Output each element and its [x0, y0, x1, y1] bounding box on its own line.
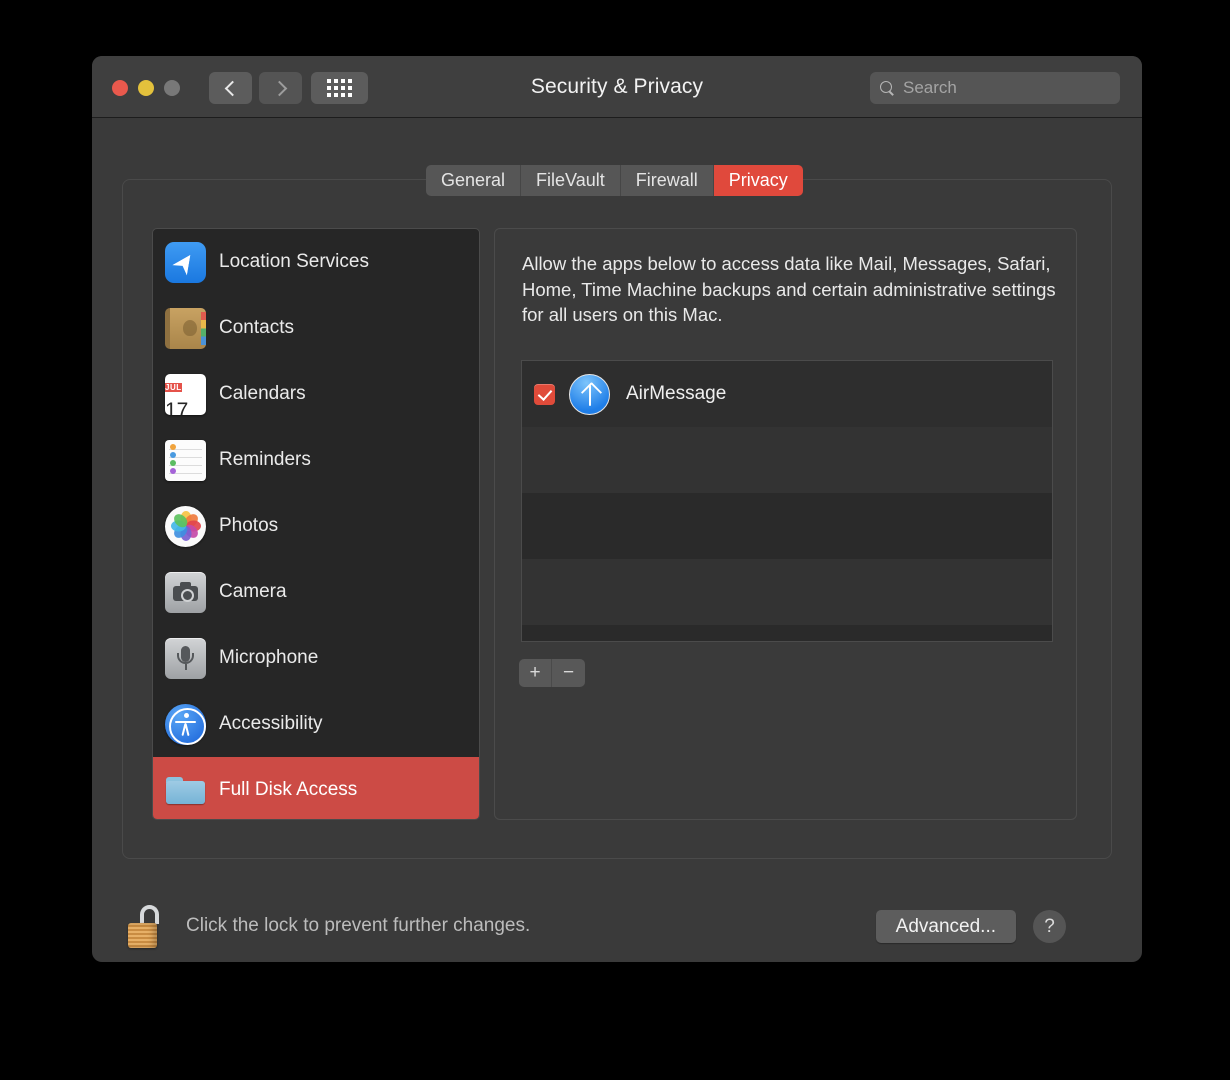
preferences-panel: General FileVault Firewall Privacy Locat… — [122, 165, 1112, 859]
contacts-icon — [165, 307, 206, 349]
remove-app-button[interactable]: − — [552, 659, 585, 687]
advanced-button[interactable]: Advanced... — [875, 910, 1016, 943]
unlocked-padlock-icon[interactable] — [122, 901, 174, 953]
tab-bar: General FileVault Firewall Privacy — [426, 165, 803, 196]
sidebar-item-label: Reminders — [219, 449, 311, 470]
tab-general[interactable]: General — [426, 165, 522, 196]
sidebar-item-label: Calendars — [219, 383, 306, 404]
sidebar-item-calendars[interactable]: JUL 17 Calendars — [153, 361, 479, 427]
allowed-apps-list[interactable]: AirMessage — [521, 360, 1053, 642]
reminders-icon — [165, 439, 206, 481]
sidebar-item-contacts[interactable]: Contacts — [153, 295, 479, 361]
sidebar-item-label: Photos — [219, 515, 279, 536]
system-preferences-window: Security & Privacy Search General FileVa… — [92, 56, 1142, 962]
full-disk-access-pane: Allow the apps below to access data like… — [494, 228, 1077, 820]
search-placeholder: Search — [903, 78, 957, 97]
window-body: General FileVault Firewall Privacy Locat… — [92, 118, 1142, 961]
sidebar-item-camera[interactable]: Camera — [153, 559, 479, 625]
sidebar-item-label: Camera — [219, 581, 287, 602]
tab-privacy[interactable]: Privacy — [713, 165, 803, 196]
list-item-empty — [522, 625, 1052, 641]
list-item-empty — [522, 559, 1052, 625]
lock-status-text: Click the lock to prevent further change… — [186, 915, 531, 936]
list-item[interactable]: AirMessage — [522, 361, 1052, 427]
airmessage-icon — [569, 373, 610, 415]
sidebar-item-label: Full Disk Access — [219, 779, 358, 800]
add-remove-control: + − — [519, 659, 585, 687]
folder-icon — [165, 770, 206, 811]
calendar-month: JUL — [165, 382, 182, 392]
search-icon — [880, 80, 895, 96]
search-field[interactable]: Search — [870, 72, 1120, 104]
bottom-bar: Click the lock to prevent further change… — [92, 893, 1142, 961]
tab-firewall[interactable]: Firewall — [620, 165, 714, 196]
sidebar-item-label: Contacts — [219, 317, 294, 338]
app-checkbox[interactable] — [534, 383, 555, 405]
sidebar-item-location-services[interactable]: Location Services — [153, 229, 479, 295]
list-item-empty — [522, 493, 1052, 559]
titlebar: Security & Privacy Search — [92, 56, 1142, 118]
microphone-icon — [165, 637, 206, 679]
privacy-category-list: Location Services Contacts JUL 17 Calend… — [152, 228, 480, 820]
pane-description: Allow the apps below to access data like… — [522, 253, 1056, 325]
sidebar-item-label: Microphone — [219, 647, 319, 668]
sidebar-item-microphone[interactable]: Microphone — [153, 625, 479, 691]
calendars-icon: JUL 17 — [165, 373, 206, 415]
calendar-day: 17 — [165, 398, 189, 415]
sidebar-item-accessibility[interactable]: Accessibility — [153, 691, 479, 757]
camera-icon — [165, 571, 206, 613]
tab-filevault[interactable]: FileVault — [521, 165, 621, 196]
sidebar-item-full-disk-access[interactable]: Full Disk Access — [153, 757, 479, 819]
sidebar-item-reminders[interactable]: Reminders — [153, 427, 479, 493]
help-button[interactable]: ? — [1033, 910, 1066, 943]
list-item-empty — [522, 427, 1052, 493]
sidebar-item-label: Location Services — [219, 251, 369, 272]
photos-icon — [165, 505, 206, 547]
add-app-button[interactable]: + — [519, 659, 552, 687]
app-name: AirMessage — [626, 383, 727, 404]
sidebar-item-photos[interactable]: Photos — [153, 493, 479, 559]
sidebar-item-label: Accessibility — [219, 713, 323, 734]
accessibility-icon — [165, 703, 206, 745]
location-services-icon — [165, 241, 206, 283]
